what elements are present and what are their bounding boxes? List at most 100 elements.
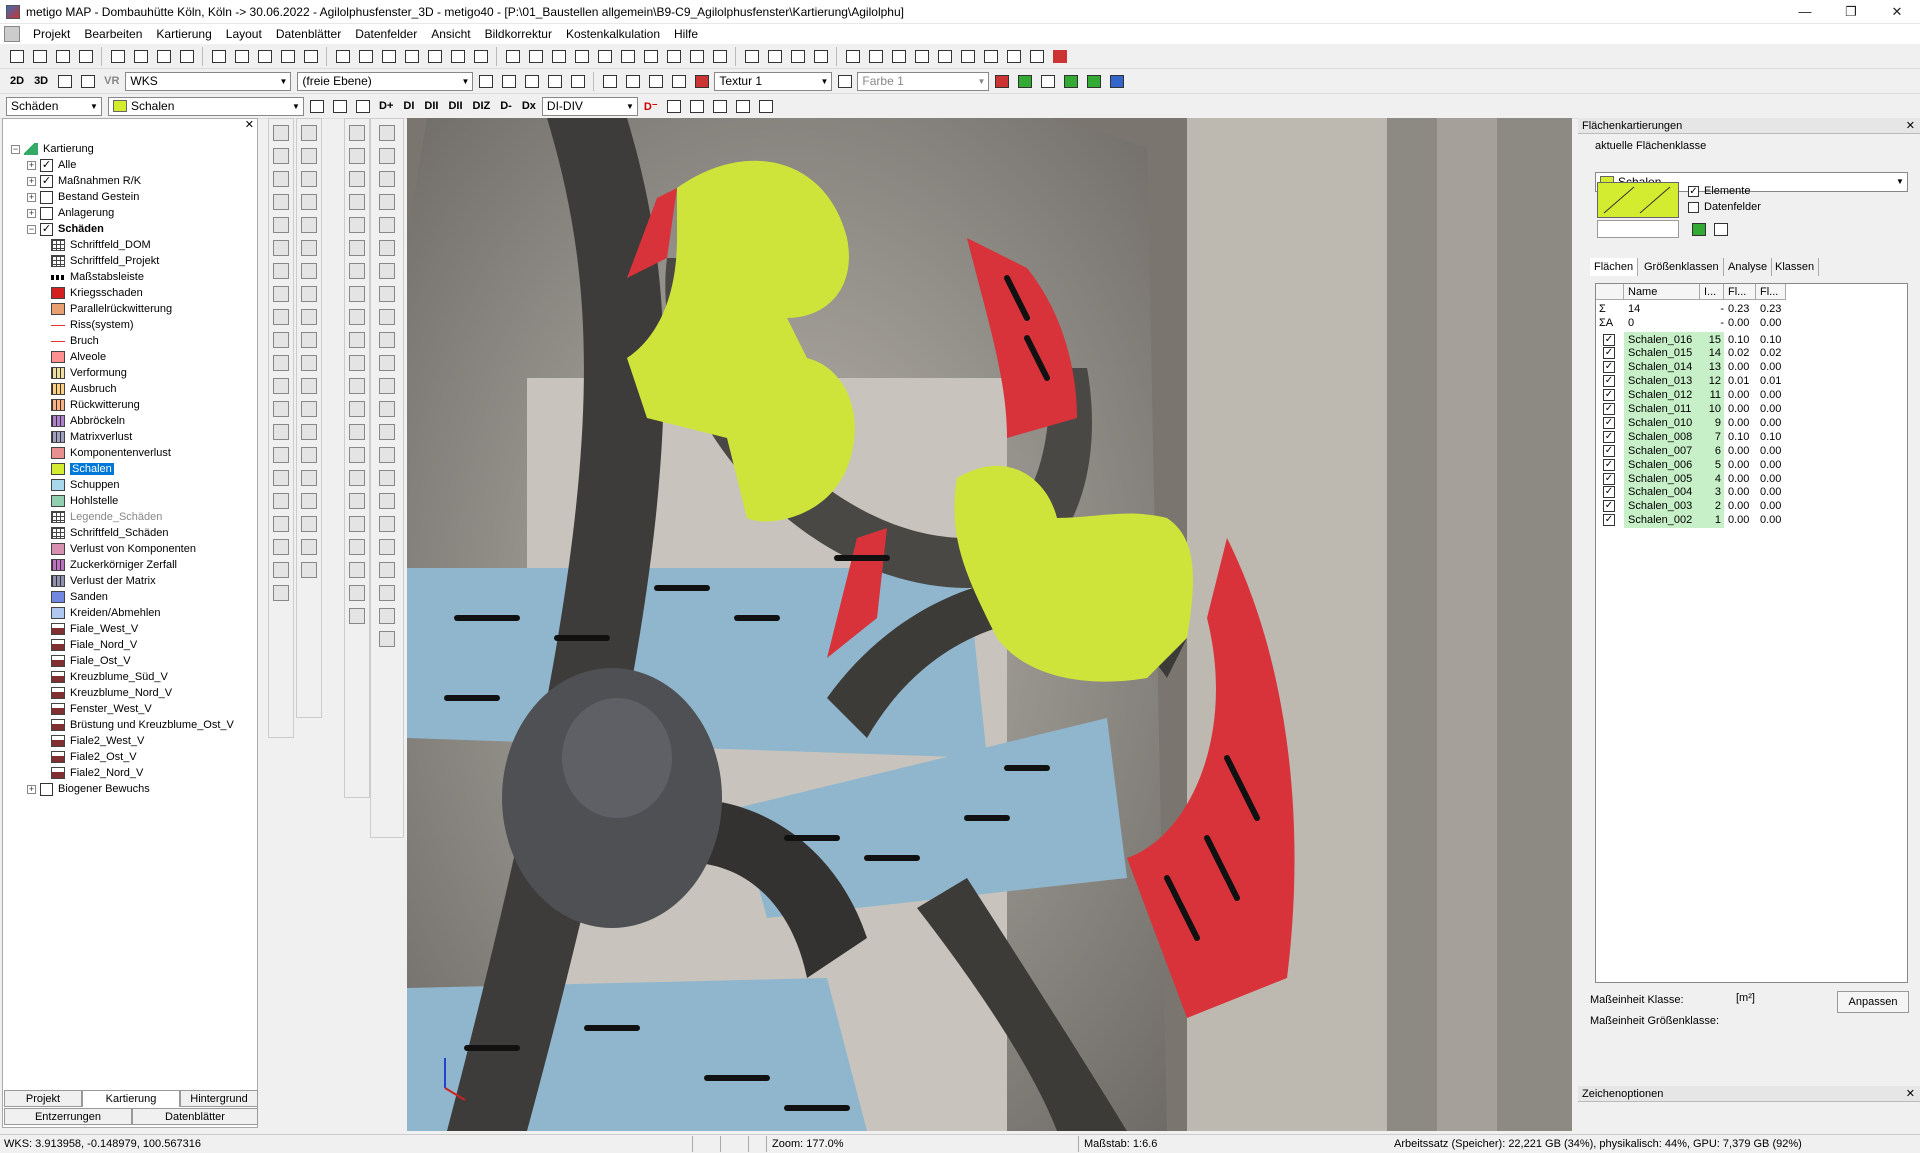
frame-icon[interactable] — [756, 96, 777, 117]
edit-tool-8-icon[interactable] — [349, 286, 365, 302]
row-check-cell[interactable]: ✓ — [1603, 485, 1617, 500]
shape-tool-12-icon[interactable] — [301, 378, 317, 394]
row-check-cell[interactable]: ✓ — [1603, 429, 1617, 444]
tab-klassen[interactable]: Klassen — [1771, 258, 1820, 276]
tree-item[interactable]: Legende_Schäden — [11, 509, 256, 525]
shape-tool-3-icon[interactable] — [301, 171, 317, 187]
collapse-icon[interactable]: − — [27, 224, 36, 234]
edit-tool-21-icon[interactable] — [349, 585, 365, 601]
tab-flaechen[interactable]: Flächen — [1590, 258, 1639, 276]
texture-toggle-icon[interactable] — [567, 71, 588, 92]
edit-tool-2-icon[interactable] — [349, 148, 365, 164]
layer-tool-19-icon[interactable] — [379, 539, 395, 555]
row-check-cell[interactable]: ✓ — [1603, 402, 1617, 417]
table-row[interactable]: ✓ Schalen_016 15 0.10 0.10 — [1596, 332, 1909, 347]
table-row[interactable]: ✓ Schalen_007 6 0.00 0.00 — [1596, 443, 1909, 459]
align-icon[interactable] — [502, 46, 523, 67]
layout-icon[interactable] — [208, 46, 229, 67]
edit-tool-1-icon[interactable] — [349, 125, 365, 141]
layer-tool-3-icon[interactable] — [379, 171, 395, 187]
new-icon[interactable] — [6, 46, 27, 67]
coordinate-system-select[interactable]: WKS ▼ — [125, 71, 292, 91]
texture-icon[interactable] — [691, 71, 712, 92]
draw-tool-9-icon[interactable] — [273, 309, 289, 325]
row-checkbox[interactable]: ✓ — [1603, 444, 1615, 457]
ungroup-icon[interactable] — [571, 46, 592, 67]
pan-icon[interactable] — [1026, 46, 1047, 67]
tree-item[interactable]: Sanden — [11, 589, 256, 605]
layer-checkbox[interactable]: ✓ — [40, 174, 53, 188]
table-icon[interactable] — [687, 96, 708, 117]
tree-item[interactable]: Fiale_Nord_V — [11, 637, 256, 653]
camera-icon[interactable] — [378, 46, 399, 67]
draw-tool-13-icon[interactable] — [273, 401, 289, 417]
edit-tool-16-icon[interactable] — [349, 470, 365, 486]
list-icon[interactable] — [810, 46, 831, 67]
layer-tool-2-icon[interactable] — [379, 148, 395, 164]
hatch-icon[interactable] — [329, 96, 350, 117]
layer-tool-16-icon[interactable] — [379, 470, 395, 486]
draw-tool-14-icon[interactable] — [273, 424, 289, 440]
tree-item[interactable]: + ✓ Alle — [11, 157, 256, 173]
redo-icon[interactable] — [153, 46, 174, 67]
edit-tool-10-icon[interactable] — [349, 332, 365, 348]
layer-tool-11-icon[interactable] — [379, 355, 395, 371]
elements-option[interactable]: ✓ Elemente — [1688, 185, 1750, 197]
shape-tool-2-icon[interactable] — [301, 148, 317, 164]
draw-tool-1-icon[interactable] — [273, 125, 289, 141]
tree-item[interactable]: Schuppen — [11, 477, 256, 493]
column-icon[interactable] — [231, 46, 252, 67]
draw-tool-8-icon[interactable] — [273, 286, 289, 302]
camera-icon[interactable] — [521, 71, 542, 92]
image-icon[interactable] — [1037, 71, 1058, 92]
unlink-icon[interactable] — [668, 71, 689, 92]
layer-tool-1-icon[interactable] — [379, 125, 395, 141]
link-icon[interactable] — [645, 71, 666, 92]
draw-tool-5-icon[interactable] — [273, 217, 289, 233]
draw-tool-17-icon[interactable] — [273, 493, 289, 509]
shape-tool-4-icon[interactable] — [301, 194, 317, 210]
tree-item[interactable]: Brüstung und Kreuzblume_Ost_V — [11, 717, 256, 733]
table-row[interactable]: ✓ Schalen_008 7 0.10 0.10 — [1596, 429, 1909, 445]
draw-tool-4-icon[interactable] — [273, 194, 289, 210]
tree-item[interactable]: Riss(system) — [11, 317, 256, 333]
layer-tool-15-icon[interactable] — [379, 447, 395, 463]
layer-checkbox[interactable]: ✓ — [40, 158, 53, 172]
undo-icon[interactable] — [130, 46, 151, 67]
angle-icon[interactable] — [599, 71, 620, 92]
tree-item[interactable]: + Anlagerung — [11, 205, 256, 221]
layer-tool-7-icon[interactable] — [379, 263, 395, 279]
layer-tool-18-icon[interactable] — [379, 516, 395, 532]
menu-kartierung[interactable]: Kartierung — [149, 27, 218, 41]
draw-tool-6-icon[interactable] — [273, 240, 289, 256]
edit-tool-6-icon[interactable] — [349, 240, 365, 256]
tree-item[interactable]: + ✓ Maßnahmen R/K — [11, 173, 256, 189]
edit-tool-12-icon[interactable] — [349, 378, 365, 394]
layer-tool-13-icon[interactable] — [379, 401, 395, 417]
row-check-cell[interactable]: ✓ — [1603, 513, 1617, 528]
green-square-icon[interactable] — [1083, 71, 1104, 92]
edit-tool-14-icon[interactable] — [349, 424, 365, 440]
draw-tool-12-icon[interactable] — [273, 378, 289, 394]
menu-layout[interactable]: Layout — [219, 27, 269, 41]
minimize-button[interactable]: — — [1782, 0, 1828, 24]
class-preview[interactable] — [1597, 182, 1679, 218]
diii-button[interactable]: DII — [444, 96, 466, 117]
shape-tool-19-icon[interactable] — [301, 539, 317, 555]
shape-tool-13-icon[interactable] — [301, 401, 317, 417]
tree-item[interactable]: Fiale_Ost_V — [11, 653, 256, 669]
datafields-checkbox[interactable] — [1688, 201, 1699, 213]
layers-icon[interactable] — [1688, 219, 1709, 240]
shape-tool-1-icon[interactable] — [301, 125, 317, 141]
layer-tool-10-icon[interactable] — [379, 332, 395, 348]
grid-icon[interactable] — [617, 46, 638, 67]
close-icon[interactable]: ✕ — [1906, 119, 1915, 132]
layer-tool-5-icon[interactable] — [379, 217, 395, 233]
expand-icon[interactable]: + — [27, 192, 36, 202]
d-minus-button[interactable]: D- — [496, 96, 516, 117]
expand-icon[interactable]: + — [27, 176, 36, 186]
col-area2-header[interactable]: Fl... — [1756, 284, 1786, 300]
layer-tool-8-icon[interactable] — [379, 286, 395, 302]
layer-checkbox[interactable]: ✓ — [40, 222, 53, 236]
zoom-next-icon[interactable] — [1003, 46, 1024, 67]
